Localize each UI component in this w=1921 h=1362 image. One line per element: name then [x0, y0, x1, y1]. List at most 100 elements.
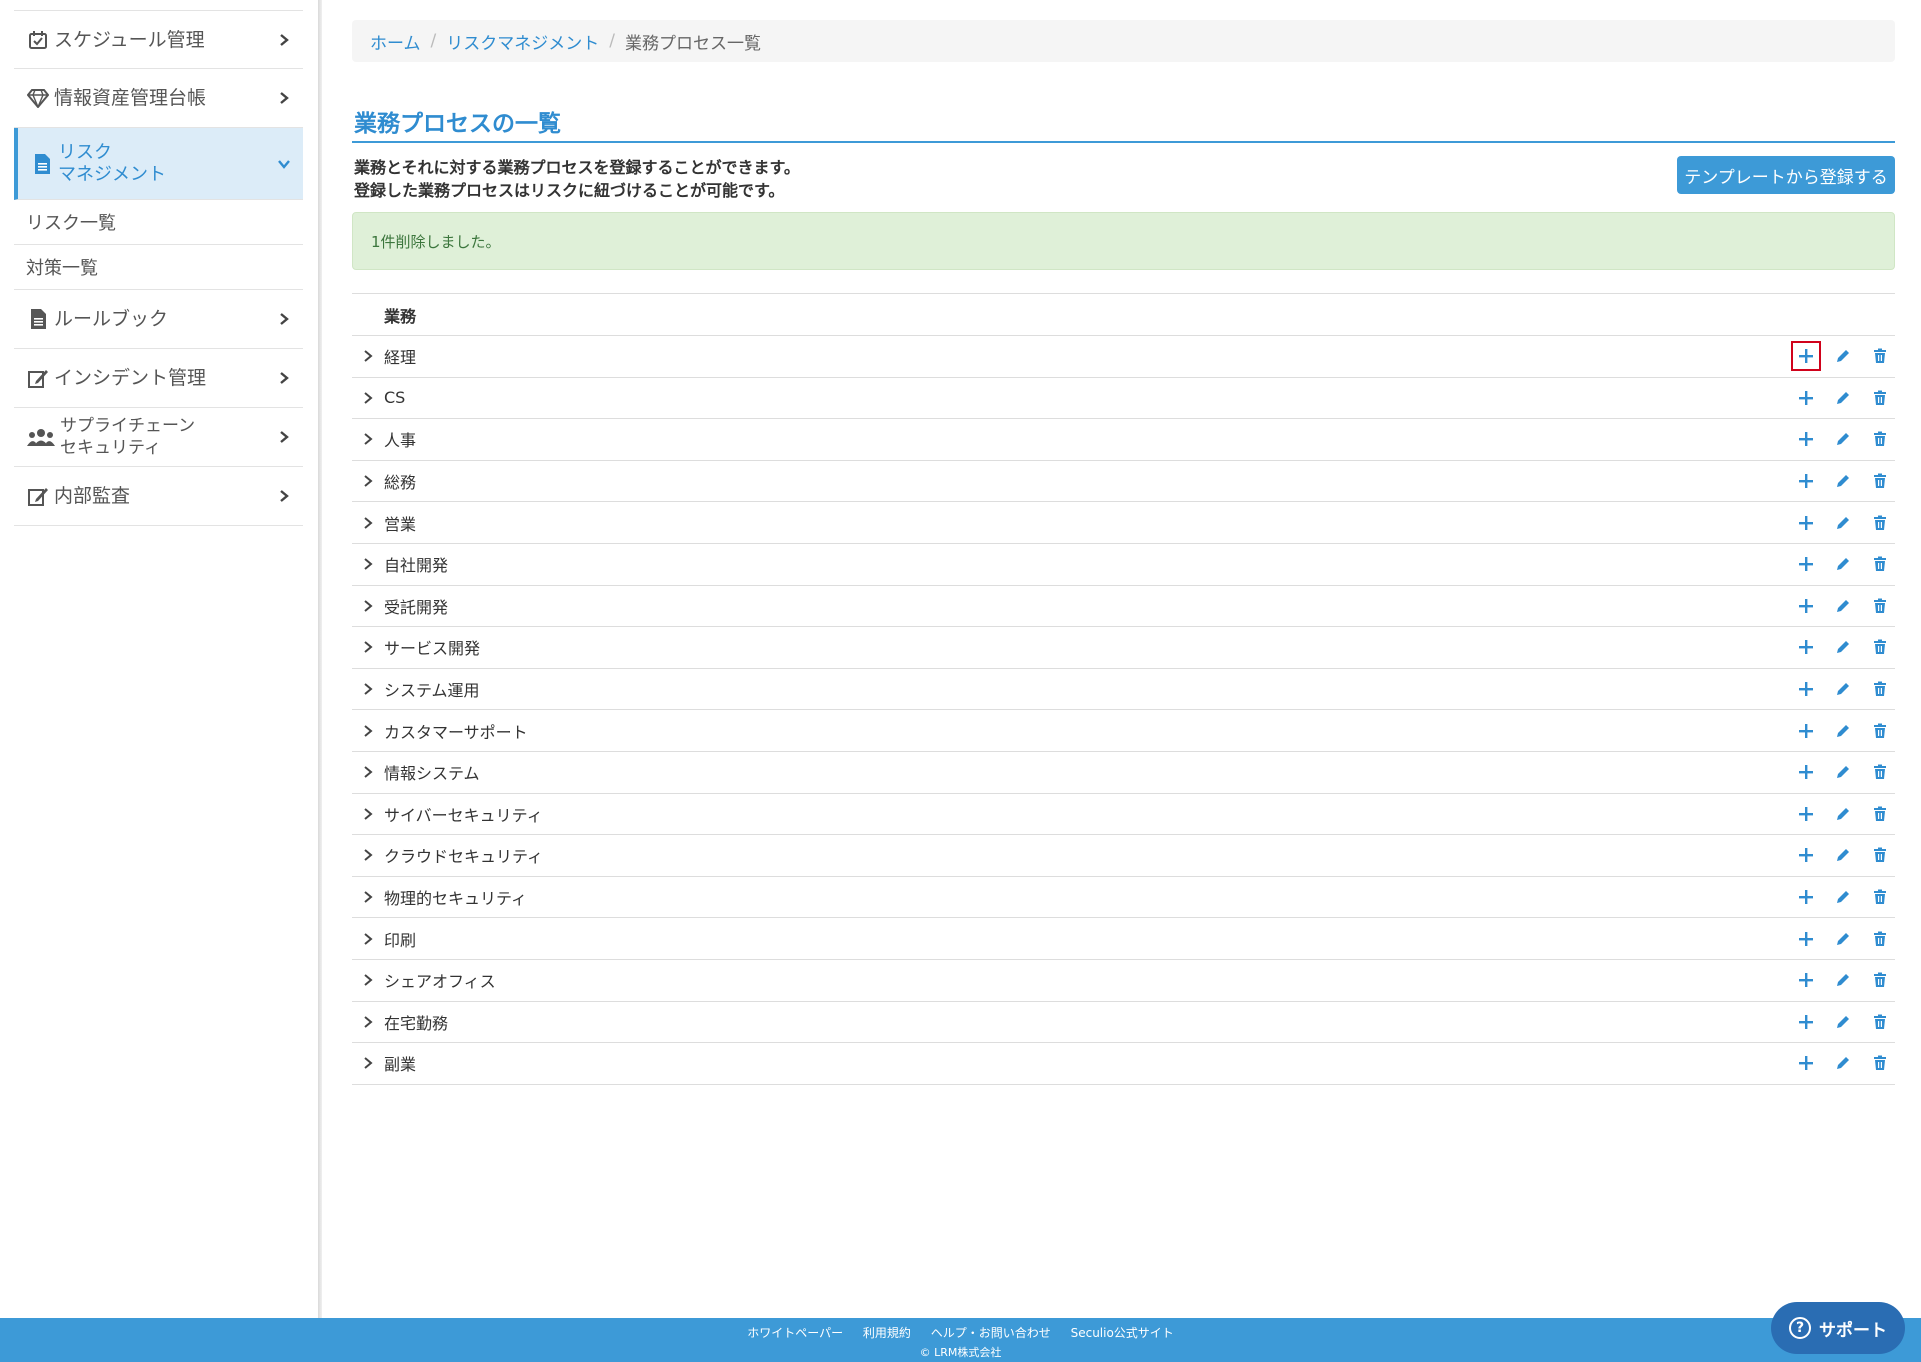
trash-icon[interactable]	[1865, 549, 1895, 579]
add-icon[interactable]	[1791, 799, 1821, 829]
table-row: カスタマーサポート	[352, 710, 1895, 752]
expand-chevron-icon[interactable]	[352, 1016, 384, 1028]
expand-chevron-icon[interactable]	[352, 974, 384, 986]
calendar-check-icon	[26, 28, 50, 52]
expand-chevron-icon[interactable]	[352, 932, 384, 945]
expand-chevron-icon[interactable]	[352, 475, 384, 487]
pencil-icon[interactable]	[1828, 1048, 1858, 1078]
expand-chevron-icon[interactable]	[352, 600, 384, 612]
business-name: 総務	[384, 473, 417, 493]
trash-icon[interactable]	[1865, 840, 1895, 870]
add-icon[interactable]	[1791, 840, 1821, 870]
add-icon[interactable]	[1791, 424, 1821, 454]
table-row: 受託開発	[352, 586, 1895, 628]
pencil-icon[interactable]	[1828, 341, 1858, 371]
breadcrumb-risk-management-link[interactable]: リスクマネジメント	[446, 29, 599, 54]
trash-icon[interactable]	[1865, 674, 1895, 704]
business-name: システム運用	[384, 681, 480, 701]
pencil-icon[interactable]	[1828, 924, 1858, 954]
trash-icon[interactable]	[1865, 341, 1895, 371]
trash-icon[interactable]	[1865, 1048, 1895, 1078]
add-icon[interactable]	[1791, 632, 1821, 662]
trash-icon[interactable]	[1865, 1007, 1895, 1037]
business-name: カスタマーサポート	[384, 722, 528, 742]
sidebar-item-incident[interactable]: インシデント管理	[14, 349, 303, 408]
pencil-icon[interactable]	[1828, 674, 1858, 704]
business-name: 物理的セキュリティ	[384, 889, 528, 909]
breadcrumb-home-link[interactable]: ホーム	[370, 29, 421, 54]
sidebar-subitem-countermeasure-list[interactable]: 対策一覧	[14, 245, 303, 290]
sidebar-item-schedule[interactable]: スケジュール管理	[14, 10, 303, 69]
expand-chevron-icon[interactable]	[352, 516, 384, 529]
breadcrumb: ホーム / リスクマネジメント / 業務プロセス一覧	[352, 20, 1895, 62]
expand-chevron-icon[interactable]	[352, 891, 384, 903]
pencil-icon[interactable]	[1828, 591, 1858, 621]
pencil-icon[interactable]	[1828, 549, 1858, 579]
expand-chevron-icon[interactable]	[352, 849, 384, 862]
support-button[interactable]: ? サポート	[1771, 1302, 1905, 1354]
sidebar-subitem-risk-list[interactable]: リスク一覧	[14, 200, 303, 245]
row-actions	[1784, 835, 1895, 876]
trash-icon[interactable]	[1865, 799, 1895, 829]
add-icon[interactable]	[1791, 466, 1821, 496]
expand-chevron-icon[interactable]	[352, 558, 384, 571]
add-icon[interactable]	[1791, 383, 1821, 413]
add-icon[interactable]	[1791, 716, 1821, 746]
trash-icon[interactable]	[1865, 591, 1895, 621]
sidebar-item-rulebook[interactable]: ルールブック	[14, 290, 303, 349]
pencil-icon[interactable]	[1828, 383, 1858, 413]
pencil-icon[interactable]	[1828, 757, 1858, 787]
add-icon[interactable]	[1791, 1007, 1821, 1037]
pencil-icon[interactable]	[1828, 508, 1858, 538]
expand-chevron-icon[interactable]	[352, 808, 384, 820]
add-icon[interactable]	[1791, 674, 1821, 704]
footer-link-terms[interactable]: 利用規約	[863, 1326, 911, 1340]
sidebar-item-supply-chain[interactable]: サプライチェーン セキュリティ	[14, 408, 303, 467]
add-icon[interactable]	[1791, 549, 1821, 579]
pencil-icon[interactable]	[1828, 1007, 1858, 1037]
pencil-icon[interactable]	[1828, 716, 1858, 746]
add-icon[interactable]	[1791, 965, 1821, 995]
sidebar-item-asset-ledger[interactable]: 情報資産管理台帳	[14, 69, 303, 128]
footer-link-whitepaper[interactable]: ホワイトペーパー	[747, 1326, 843, 1340]
trash-icon[interactable]	[1865, 924, 1895, 954]
trash-icon[interactable]	[1865, 508, 1895, 538]
expand-chevron-icon[interactable]	[352, 392, 384, 404]
expand-chevron-icon[interactable]	[352, 350, 384, 363]
pencil-icon[interactable]	[1828, 799, 1858, 829]
row-actions	[1784, 586, 1895, 627]
add-icon[interactable]	[1791, 924, 1821, 954]
business-name: クラウドセキュリティ	[384, 847, 544, 867]
add-icon[interactable]	[1791, 341, 1821, 372]
expand-chevron-icon[interactable]	[352, 641, 384, 654]
footer-link-official-site[interactable]: Seculio公式サイト	[1071, 1326, 1174, 1340]
add-icon[interactable]	[1791, 882, 1821, 912]
add-icon[interactable]	[1791, 508, 1821, 538]
trash-icon[interactable]	[1865, 757, 1895, 787]
pencil-icon[interactable]	[1828, 882, 1858, 912]
pencil-icon[interactable]	[1828, 466, 1858, 496]
expand-chevron-icon[interactable]	[352, 1057, 384, 1070]
pencil-icon[interactable]	[1828, 632, 1858, 662]
sidebar-item-risk-management[interactable]: リスク マネジメント	[14, 128, 303, 200]
sidebar-item-internal-audit[interactable]: 内部監査	[14, 467, 303, 526]
pencil-icon[interactable]	[1828, 424, 1858, 454]
expand-chevron-icon[interactable]	[352, 766, 384, 779]
trash-icon[interactable]	[1865, 632, 1895, 662]
add-icon[interactable]	[1791, 591, 1821, 621]
pencil-icon[interactable]	[1828, 965, 1858, 995]
expand-chevron-icon[interactable]	[352, 683, 384, 695]
expand-chevron-icon[interactable]	[352, 724, 384, 737]
trash-icon[interactable]	[1865, 383, 1895, 413]
trash-icon[interactable]	[1865, 466, 1895, 496]
add-icon[interactable]	[1791, 757, 1821, 787]
add-icon[interactable]	[1791, 1048, 1821, 1078]
trash-icon[interactable]	[1865, 965, 1895, 995]
expand-chevron-icon[interactable]	[352, 433, 384, 446]
trash-icon[interactable]	[1865, 716, 1895, 746]
trash-icon[interactable]	[1865, 882, 1895, 912]
pencil-icon[interactable]	[1828, 840, 1858, 870]
register-from-template-button[interactable]: テンプレートから登録する	[1677, 156, 1895, 194]
footer-link-help[interactable]: ヘルプ・お問い合わせ	[931, 1326, 1051, 1340]
trash-icon[interactable]	[1865, 424, 1895, 454]
